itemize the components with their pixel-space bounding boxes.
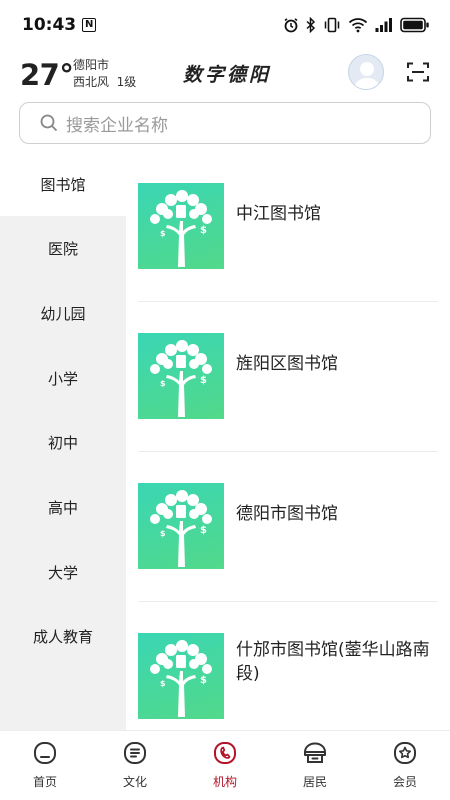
sidebar-item-hospital[interactable]: 医院 [0,216,126,280]
svg-text:$: $ [200,675,207,686]
list-item[interactable]: $ $ $ 旌阳区图书馆 [126,302,450,452]
tab-label: 居民 [302,775,327,789]
money-tree-icon: $ $ $ [138,183,224,269]
status-time: 10:43 [22,15,77,35]
search-placeholder: 搜索企业名称 [66,115,168,136]
svg-text:$: $ [200,375,207,386]
home-icon [32,740,58,766]
sidebar-item-label: 大学 [47,563,78,582]
sidebar-item-label: 高中 [47,498,78,517]
sidebar-item-library[interactable]: 图书馆 [0,152,126,216]
sidebar-item-label: 医院 [47,239,78,258]
svg-text:$: $ [180,488,188,501]
alarm-icon [284,18,298,33]
city-name: 德阳市 [73,58,110,72]
sidebar-item-junior-high[interactable]: 初中 [0,410,126,474]
sidebar-item-primary-school[interactable]: 小学 [0,346,126,410]
institution-icon [212,740,238,766]
weather-info: 德阳市 西北风 1级 [73,57,136,91]
avatar-button[interactable] [348,54,384,90]
culture-icon [122,740,148,766]
bottom-tab-bar: 首页 文化 机构 居民 会员 [0,730,450,800]
institution-name: 什邡市图书馆(蓥华山路南段) [236,640,430,684]
money-tree-icon: $ $ $ [138,333,224,419]
signal-icon [375,18,392,32]
svg-text:$: $ [200,225,207,236]
list-item[interactable]: $ $ $ 什邡市图书馆(蓥华山路南段) [126,602,450,730]
wifi-icon [348,18,368,33]
member-icon [392,740,418,766]
status-left: 10:43 N [22,15,97,35]
search-icon [40,114,58,132]
svg-text:$: $ [180,638,188,651]
nfc-badge: N [82,18,97,32]
status-bar: 10:43 N [0,0,450,50]
svg-text:$: $ [160,529,166,538]
sidebar-item-senior-high[interactable]: 高中 [0,475,126,539]
svg-text:$: $ [160,679,166,688]
tab-institution[interactable]: 机构 [180,731,270,800]
sidebar-item-label: 图书馆 [40,175,86,194]
institution-list: $ $ $ 中江图书馆 $ $ $ 旌阳区图书馆 $ $ $ 德阳市图书馆 $ $ $ 什邡市图… [126,152,450,730]
status-icons [283,17,430,33]
svg-text:$: $ [180,338,188,351]
search-bar[interactable]: 搜索企业名称 [19,102,431,144]
tab-resident[interactable]: 居民 [270,731,360,800]
scan-icon[interactable] [407,62,429,82]
vibrate-icon [324,17,340,33]
category-sidebar: 图书馆 医院 幼儿园 小学 初中 高中 大学 成人教育 [0,152,126,730]
tab-label: 首页 [32,775,57,789]
tab-home[interactable]: 首页 [0,731,90,800]
tab-label: 机构 [212,775,237,789]
list-item[interactable]: $ $ $ 中江图书馆 [126,152,450,302]
tab-culture[interactable]: 文化 [90,731,180,800]
svg-text:$: $ [160,229,166,238]
svg-text:$: $ [180,188,188,201]
svg-text:$: $ [160,379,166,388]
sidebar-item-label: 成人教育 [32,627,93,646]
sidebar-item-adult-education[interactable]: 成人教育 [0,604,126,668]
money-tree-icon: $ $ $ [138,633,224,719]
tab-label: 会员 [392,775,417,789]
app-brand-title: 数字德阳 [183,64,272,86]
app-header: 27° 德阳市 西北风 1级 数字德阳 [0,50,450,100]
temperature: 27° [20,58,74,92]
sidebar-item-label: 幼儿园 [40,304,86,323]
tab-member[interactable]: 会员 [360,731,450,800]
institution-name: 德阳市图书馆 [236,504,338,524]
institution-name: 旌阳区图书馆 [236,354,338,374]
tab-label: 文化 [122,775,147,789]
sidebar-item-label: 初中 [47,433,78,452]
svg-text:$: $ [200,525,207,536]
money-tree-icon: $ $ $ [138,483,224,569]
sidebar-item-label: 小学 [47,369,78,388]
institution-name: 中江图书馆 [236,204,321,224]
battery-icon [400,17,429,33]
resident-icon [302,740,328,766]
list-item[interactable]: $ $ $ 德阳市图书馆 [126,452,450,602]
bluetooth-icon [306,17,316,33]
avatar-icon [353,62,381,89]
sidebar-item-kindergarten[interactable]: 幼儿园 [0,281,126,345]
wind-info: 西北风 1级 [73,75,137,89]
sidebar-item-university[interactable]: 大学 [0,540,126,604]
